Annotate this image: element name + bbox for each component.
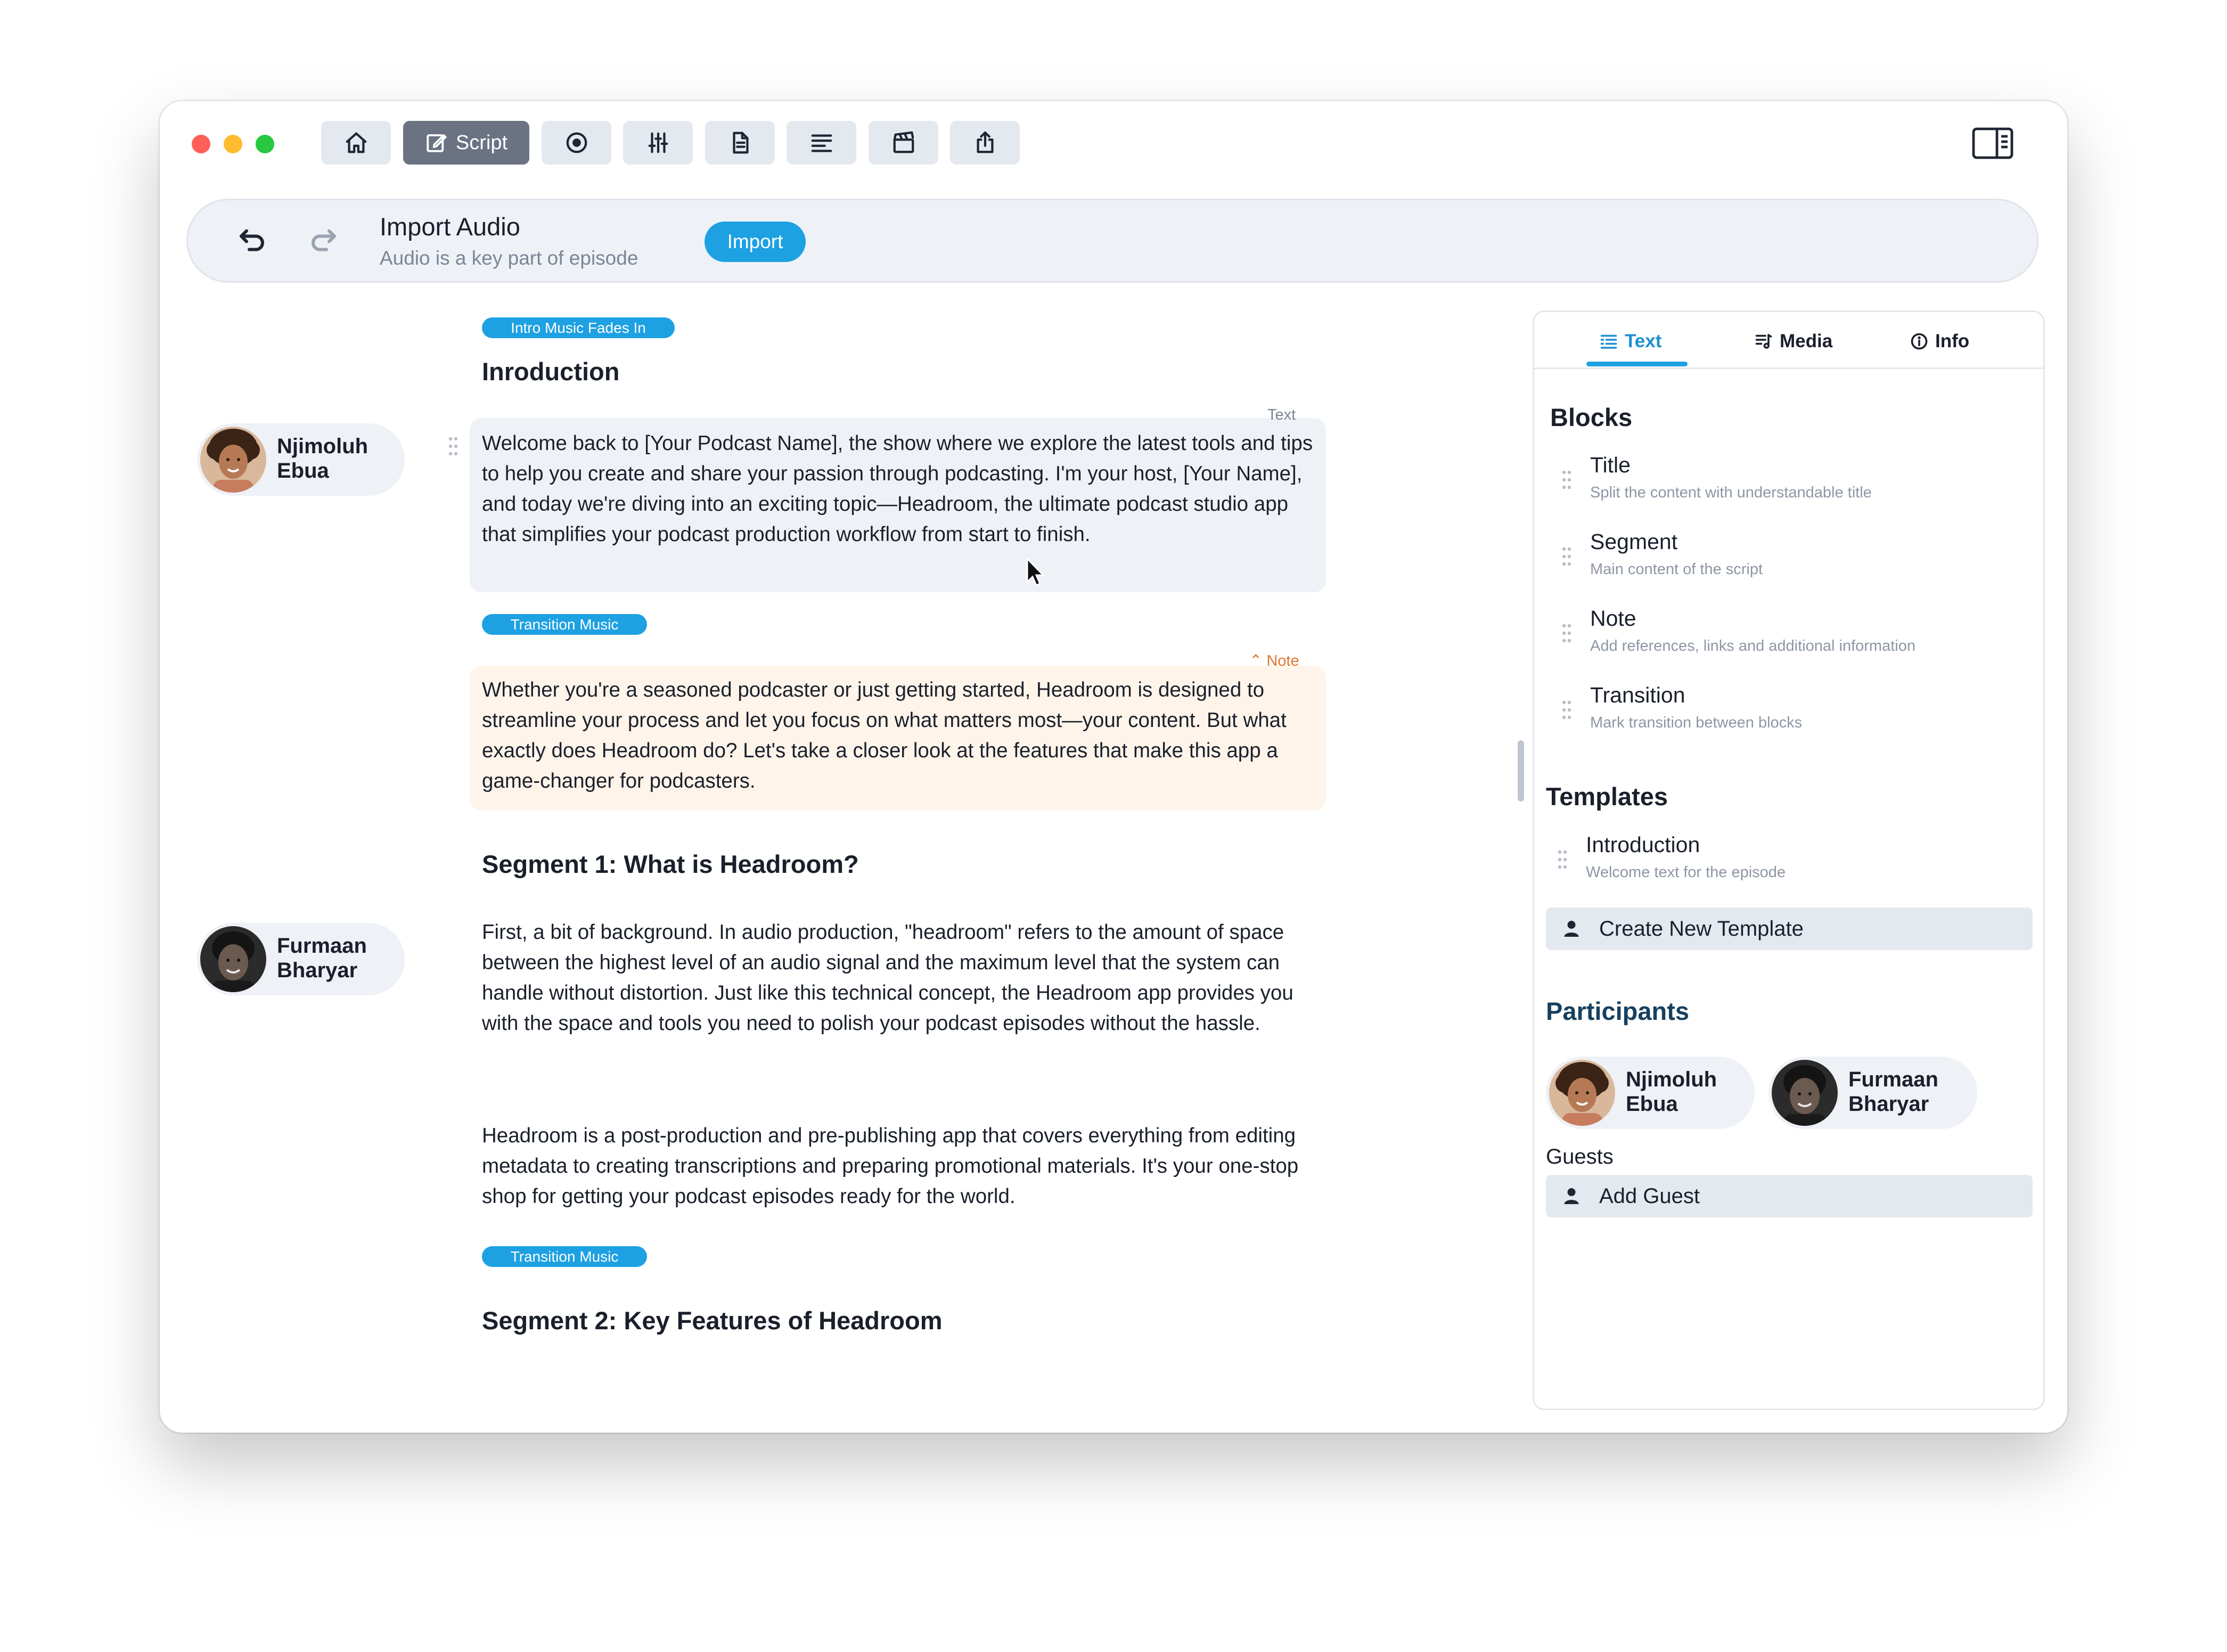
text-icon bbox=[1600, 334, 1617, 349]
clapper-button[interactable] bbox=[869, 121, 938, 165]
block-item-segment[interactable]: Segment bbox=[1590, 529, 1677, 554]
template-item-introduction[interactable]: Introduction bbox=[1586, 832, 1700, 857]
import-audio-banner: Import Audio Audio is a key part of epis… bbox=[186, 199, 2038, 283]
block-item-note[interactable]: Note bbox=[1590, 606, 1636, 631]
tab-info[interactable]: Info bbox=[1910, 328, 1969, 355]
transition-tag[interactable]: Transition Music bbox=[482, 1246, 647, 1267]
drag-handle-icon bbox=[1562, 470, 1571, 489]
section-heading: Inroduction bbox=[482, 357, 620, 386]
block-text[interactable]: Welcome back to [Your Podcast Name], the… bbox=[482, 428, 1318, 550]
scrollbar-thumb[interactable] bbox=[1518, 740, 1524, 802]
share-icon bbox=[976, 131, 994, 153]
drag-handle-icon bbox=[1562, 547, 1571, 566]
home-button[interactable] bbox=[321, 121, 391, 165]
list-icon bbox=[811, 134, 832, 152]
participant-name: Furmaan Bharyar bbox=[1848, 1068, 1938, 1116]
import-button[interactable]: Import bbox=[705, 222, 806, 262]
blocks-heading: Blocks bbox=[1550, 403, 1633, 431]
edit-icon bbox=[427, 134, 447, 152]
share-button[interactable] bbox=[950, 121, 1020, 165]
redo-icon bbox=[312, 229, 336, 251]
banner-title: Import Audio bbox=[380, 212, 520, 241]
banner-subtitle: Audio is a key part of episode bbox=[380, 247, 638, 269]
script-tab-button[interactable]: Script bbox=[403, 121, 529, 165]
sidebar-toggle-button[interactable] bbox=[1971, 127, 2014, 160]
segment-text[interactable]: First, a bit of background. In audio pro… bbox=[482, 917, 1318, 1038]
block-item-transition[interactable]: Transition bbox=[1590, 683, 1685, 708]
zoom-window-button[interactable] bbox=[256, 135, 274, 153]
templates-heading: Templates bbox=[1546, 782, 1668, 811]
document-button[interactable] bbox=[705, 121, 775, 165]
note-label[interactable]: ⌃ Note bbox=[1249, 651, 1299, 670]
info-icon bbox=[1911, 333, 1928, 350]
person-icon bbox=[1564, 1188, 1579, 1204]
block-item-desc: Add references, links and additional inf… bbox=[1590, 637, 1915, 655]
mixer-icon bbox=[648, 132, 668, 153]
create-template-button[interactable]: Create New Template bbox=[1546, 907, 2033, 950]
list-button[interactable] bbox=[787, 121, 856, 165]
drag-handle[interactable] bbox=[1561, 469, 1573, 490]
segment-text[interactable]: Headroom is a post-production and pre-pu… bbox=[482, 1121, 1318, 1212]
record-button[interactable] bbox=[542, 121, 611, 165]
drag-handle-icon bbox=[1558, 850, 1567, 869]
redo-button[interactable] bbox=[308, 224, 340, 256]
drag-handle[interactable] bbox=[1557, 849, 1568, 870]
section-heading: Segment 1: What is Headroom? bbox=[482, 850, 859, 878]
blocks-panel: Text Media Info Blocks Title Split the c… bbox=[1533, 310, 2045, 1410]
transition-tag[interactable]: Transition Music bbox=[482, 614, 647, 635]
drag-handle[interactable] bbox=[1561, 546, 1573, 567]
participant-name: Njimoluh Ebua bbox=[1626, 1068, 1717, 1116]
add-guest-button[interactable]: Add Guest bbox=[1546, 1175, 2033, 1217]
participants-heading: Participants bbox=[1546, 997, 1690, 1025]
minimize-window-button[interactable] bbox=[224, 135, 242, 153]
tab-text[interactable]: Text bbox=[1599, 328, 1661, 355]
speaker-chip[interactable]: Furmaan Bharyar bbox=[197, 923, 405, 995]
template-item-desc: Welcome text for the episode bbox=[1586, 864, 1786, 881]
block-item-title[interactable]: Title bbox=[1590, 453, 1631, 478]
block-item-desc: Mark transition between blocks bbox=[1590, 714, 1803, 731]
block-type-label: Text bbox=[1267, 406, 1296, 423]
record-icon bbox=[566, 132, 587, 153]
guests-heading: Guests bbox=[1546, 1145, 1614, 1168]
avatar bbox=[200, 427, 266, 493]
home-icon bbox=[346, 132, 366, 153]
mixer-button[interactable] bbox=[623, 121, 693, 165]
drag-handle-icon bbox=[448, 437, 458, 456]
script-tab-label: Script bbox=[455, 131, 508, 154]
document-icon bbox=[732, 132, 749, 154]
drag-handle[interactable] bbox=[447, 436, 459, 457]
sidebar-icon bbox=[1972, 127, 2013, 159]
app-window: Script Import Audio Audio is a key part … bbox=[160, 101, 2067, 1433]
avatar bbox=[200, 926, 266, 992]
panel-tabs: Text Media Info bbox=[1534, 312, 2043, 369]
undo-icon bbox=[240, 229, 264, 251]
person-icon bbox=[1564, 921, 1579, 937]
transition-tag[interactable]: Intro Music Fades In bbox=[482, 317, 675, 338]
drag-handle-icon bbox=[1562, 624, 1571, 643]
speaker-name: Njimoluh Ebua bbox=[277, 435, 369, 482]
drag-handle-icon bbox=[1562, 700, 1571, 719]
music-list-icon bbox=[1755, 334, 1772, 349]
mouse-cursor-icon bbox=[1026, 557, 1045, 586]
section-heading: Segment 2: Key Features of Headroom bbox=[482, 1306, 943, 1335]
block-item-desc: Split the content with understandable ti… bbox=[1590, 484, 1872, 501]
drag-handle[interactable] bbox=[1561, 699, 1573, 721]
avatar bbox=[1549, 1060, 1615, 1126]
drag-handle[interactable] bbox=[1561, 623, 1573, 644]
chevron-up-icon: ⌃ bbox=[1249, 652, 1267, 669]
avatar bbox=[1772, 1060, 1838, 1126]
clapper-icon bbox=[893, 131, 914, 153]
participant-chip[interactable]: Njimoluh Ebua bbox=[1546, 1057, 1755, 1129]
block-item-desc: Main content of the script bbox=[1590, 561, 1763, 578]
active-tab-indicator bbox=[1586, 362, 1688, 366]
tab-media[interactable]: Media bbox=[1754, 328, 1832, 355]
note-text[interactable]: Whether you're a seasoned podcaster or j… bbox=[482, 675, 1323, 796]
undo-button[interactable] bbox=[236, 224, 268, 256]
participant-chip[interactable]: Furmaan Bharyar bbox=[1768, 1057, 1977, 1129]
speaker-chip[interactable]: Njimoluh Ebua bbox=[197, 423, 405, 496]
close-window-button[interactable] bbox=[192, 135, 210, 153]
speaker-name: Furmaan Bharyar bbox=[277, 934, 367, 982]
